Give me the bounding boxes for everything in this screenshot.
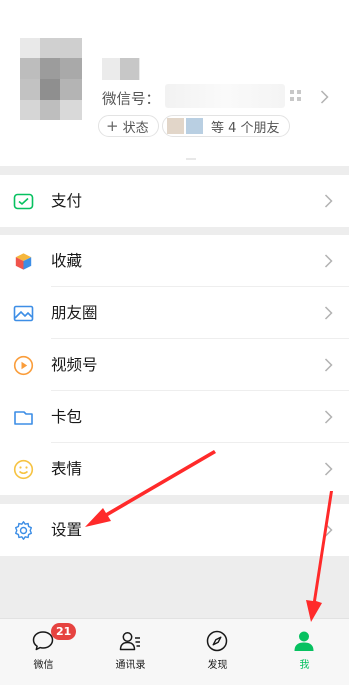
- gear-icon: [13, 520, 34, 541]
- friend-avatar: [167, 118, 184, 134]
- avatar[interactable]: [20, 38, 82, 120]
- friends-status-button[interactable]: 等 4 个朋友: [162, 115, 290, 137]
- chevron-right-icon: [324, 357, 333, 376]
- menu-item-settings[interactable]: 设置: [0, 504, 349, 556]
- tab-label: 微信: [33, 660, 54, 671]
- tab-label: 我: [299, 660, 310, 671]
- services-group: 收藏 朋友圈 视频号 卡包 表情: [0, 235, 349, 495]
- menu-item-label: 朋友圈: [51, 304, 98, 322]
- chevron-right-icon: [324, 193, 333, 212]
- status-label: 状态: [122, 120, 149, 136]
- photo-album-icon: [13, 303, 34, 324]
- menu-item-label: 收藏: [51, 252, 83, 270]
- bottom-tab-bar: 21 微信 通讯录 发现 我: [0, 618, 349, 685]
- favorites-cube-icon: [13, 251, 34, 272]
- smiley-icon: [13, 459, 34, 480]
- wechat-id-label: 微信号：: [102, 92, 160, 108]
- divider: [186, 158, 196, 160]
- friend-avatar: [186, 118, 203, 134]
- contacts-icon: [118, 629, 142, 653]
- add-status-button[interactable]: + 状态: [98, 115, 159, 137]
- tab-discover[interactable]: 发现: [174, 619, 261, 685]
- profile-header[interactable]: 微信号： + 状态 等 4 个朋友: [0, 0, 349, 166]
- compass-icon: [205, 629, 229, 653]
- wechat-id-blurred: [165, 84, 285, 108]
- nickname-blurred: [120, 58, 139, 80]
- chevron-right-icon: [324, 305, 333, 324]
- tab-label: 发现: [207, 660, 228, 671]
- person-icon: [292, 629, 316, 653]
- settings-group: 设置: [0, 504, 349, 556]
- menu-item-label: 表情: [51, 460, 83, 478]
- tab-me[interactable]: 我: [261, 619, 348, 685]
- friends-label: 等 4 个朋友: [211, 120, 280, 136]
- menu-item-channels[interactable]: 视频号: [0, 339, 349, 391]
- menu-item-label: 视频号: [51, 356, 98, 374]
- chevron-right-icon: [324, 409, 333, 428]
- wallet-icon: [13, 191, 34, 212]
- plus-icon: +: [106, 116, 119, 135]
- chevron-right-icon: [324, 522, 333, 541]
- menu-item-label: 卡包: [51, 408, 83, 426]
- qr-code-icon: [290, 90, 301, 101]
- tab-chats[interactable]: 21 微信: [0, 619, 87, 685]
- chevron-right-icon: [320, 89, 329, 108]
- menu-item-stickers[interactable]: 表情: [0, 443, 349, 495]
- menu-item-moments[interactable]: 朋友圈: [0, 287, 349, 339]
- tab-label: 通讯录: [115, 660, 146, 671]
- video-play-icon: [13, 355, 34, 376]
- pay-group: 支付: [0, 175, 349, 227]
- menu-item-cards[interactable]: 卡包: [0, 391, 349, 443]
- chevron-right-icon: [324, 461, 333, 480]
- tab-contacts[interactable]: 通讯录: [87, 619, 174, 685]
- menu-item-label: 设置: [51, 521, 83, 539]
- chevron-right-icon: [324, 253, 333, 272]
- menu-item-favorites[interactable]: 收藏: [0, 235, 349, 287]
- card-wallet-icon: [13, 407, 34, 428]
- menu-item-label: 支付: [51, 192, 83, 210]
- menu-item-pay[interactable]: 支付: [0, 175, 349, 227]
- unread-badge: 21: [51, 623, 77, 640]
